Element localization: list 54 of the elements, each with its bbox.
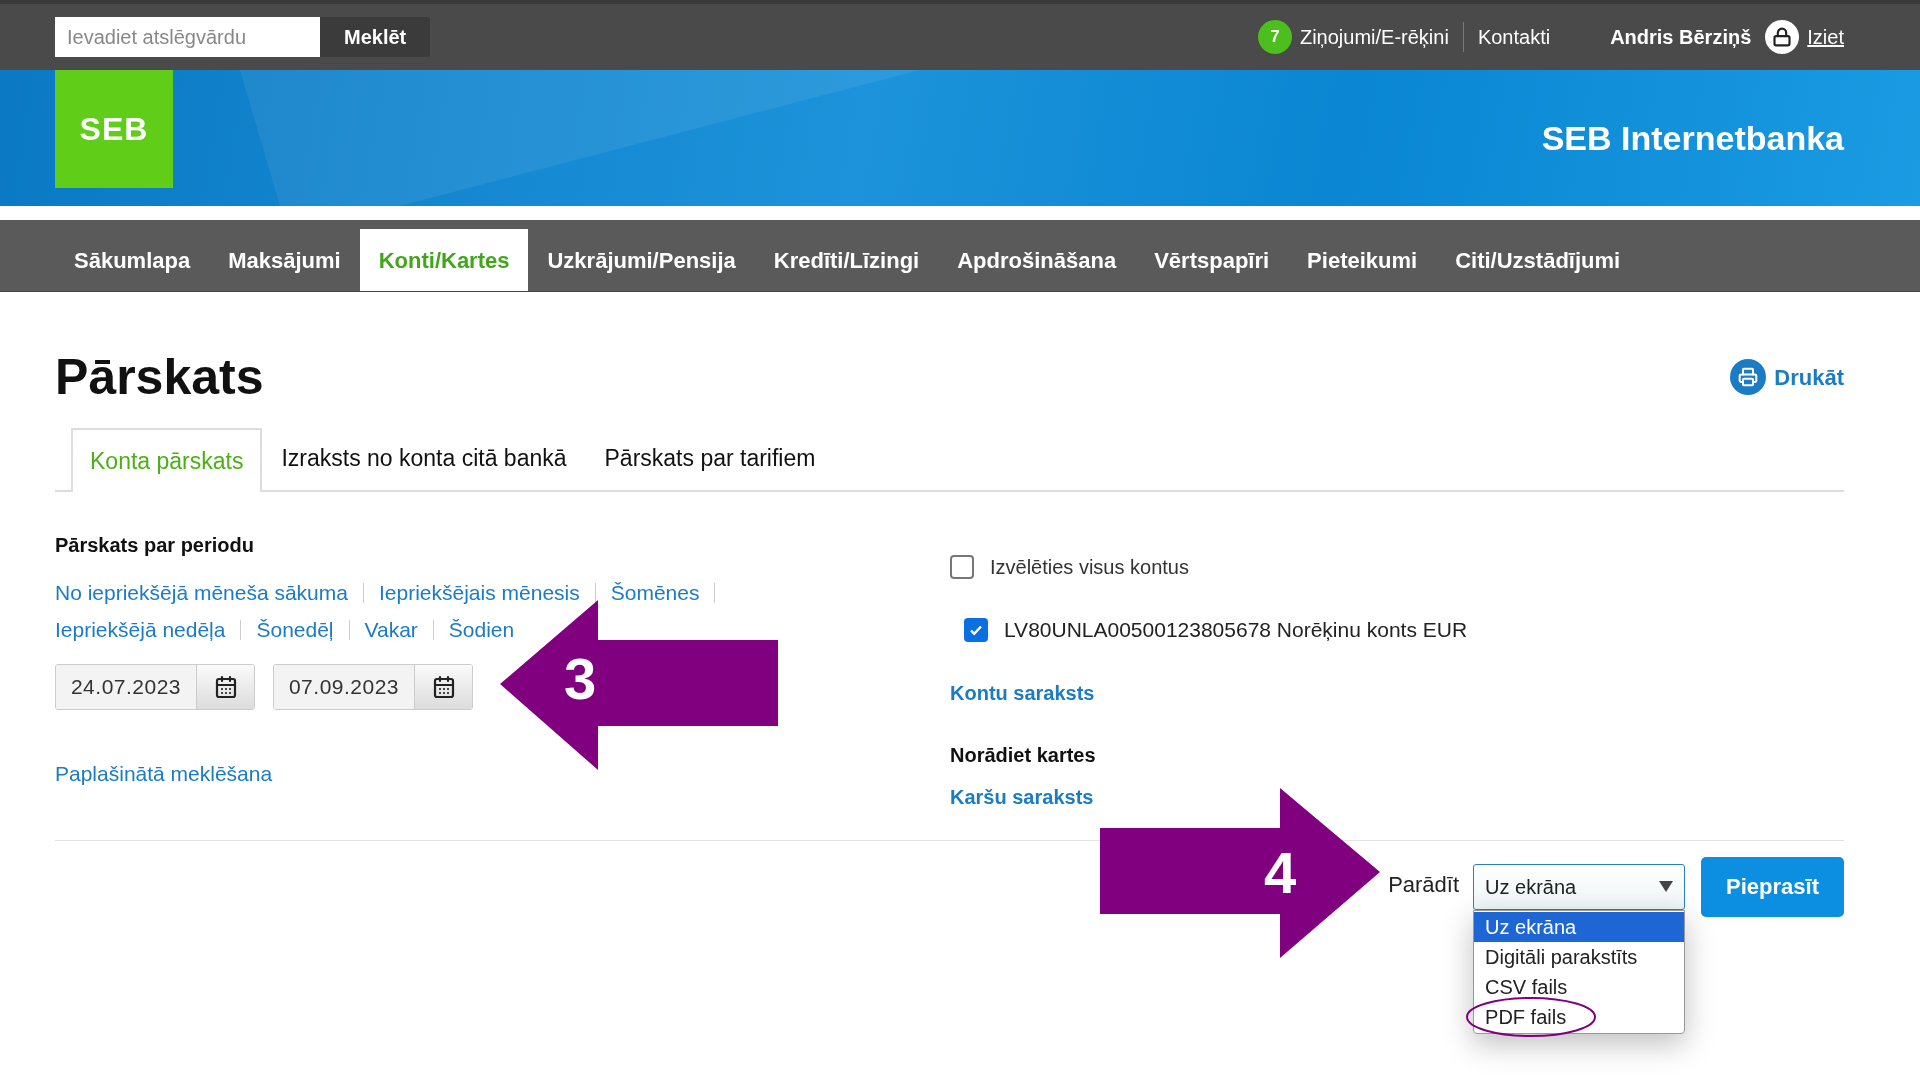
step-number: 3	[564, 650, 597, 708]
print-link[interactable]: Drukāt	[1730, 359, 1844, 395]
date-value: 07.09.2023	[274, 665, 414, 709]
dropdown-option[interactable]: CSV fails	[1474, 971, 1685, 1002]
printer-icon	[1730, 359, 1767, 395]
checkbox-label: Izvēlēties visus kontus	[990, 555, 1189, 580]
checkbox[interactable]	[964, 617, 988, 642]
search-button[interactable]: Meklēt	[320, 17, 431, 57]
dropdown-option[interactable]: Uz ekrāna	[1474, 911, 1685, 942]
date-field[interactable]: 24.07.2023	[55, 664, 255, 710]
nav-item[interactable]: Apdrošināšana	[938, 229, 1136, 291]
checkbox[interactable]	[950, 555, 974, 579]
message-count-badge: 7	[1257, 20, 1292, 54]
search-field[interactable]: Ievadiet atslēgvārdu	[55, 17, 320, 57]
nav-item[interactable]: Kredīti/Līzingi	[754, 229, 939, 291]
period-link[interactable]: Iepriekšējais mēnesis	[379, 578, 580, 607]
request-button[interactable]: Pieprasīt	[1701, 856, 1844, 917]
tab[interactable]: Pārskats par tarifiem	[585, 426, 835, 490]
calendar-icon[interactable]	[196, 665, 254, 709]
account-list-link[interactable]: Kontu saraksts	[950, 677, 1468, 708]
advanced-search-link[interactable]: Paplašinātā meklēšana	[55, 758, 950, 790]
banner-title: SEB Internetbanka	[1541, 117, 1844, 159]
messages-link[interactable]: Ziņojumi/E-rēķini	[1299, 22, 1464, 52]
card-list-link[interactable]: Karšu saraksts	[950, 781, 1468, 812]
period-link[interactable]: Iepriekšējā nedēļa	[55, 615, 226, 644]
nav-item[interactable]: Uzkrājumi/Pensija	[528, 229, 755, 291]
section-heading: Norādiet kartes	[950, 742, 1097, 768]
calendar-icon[interactable]	[414, 665, 472, 709]
show-label: Parādīt	[1388, 871, 1460, 899]
period-link[interactable]: No iepriekšējā mēneša sākuma	[55, 578, 348, 607]
section-heading: Pārskats par periodu	[55, 533, 255, 558]
nav-item[interactable]: Sākumlapa	[55, 229, 210, 291]
tab[interactable]: Izraksts no konta citā bankā	[262, 426, 586, 490]
period-link[interactable]: Šodien	[448, 615, 515, 644]
account-label: LV80UNLA00500123805678 Norēķinu konts EUR	[1004, 617, 1468, 643]
period-link[interactable]: Vakar	[364, 615, 418, 644]
user-name: Andris Bērziņš	[1610, 25, 1752, 50]
dropdown-option[interactable]: Digitāli parakstīts	[1474, 941, 1685, 972]
output-select[interactable]: Uz ekrāna	[1473, 863, 1686, 910]
nav-item[interactable]: Vērtspapīri	[1135, 229, 1289, 291]
nav-item[interactable]: Maksājumi	[209, 229, 360, 291]
date-value: 24.07.2023	[56, 665, 196, 709]
logout-link[interactable]: Iziet	[1807, 22, 1844, 52]
nav-item[interactable]: Citi/Uzstādījumi	[1436, 229, 1640, 291]
step-number: 4	[1264, 844, 1297, 902]
dropdown-option[interactable]: PDF fails	[1474, 1001, 1685, 1032]
nav-item[interactable]: Pieteikumi	[1288, 229, 1437, 291]
lock-icon	[1765, 20, 1800, 54]
caret-icon	[1659, 881, 1674, 892]
page-title: Pārskats	[55, 352, 264, 402]
period-link[interactable]: Šomēnes	[610, 578, 700, 607]
contacts-link[interactable]: Kontakti	[1463, 22, 1551, 52]
period-link[interactable]: Šonedēļ	[256, 615, 334, 644]
date-field[interactable]: 07.09.2023	[273, 664, 473, 710]
